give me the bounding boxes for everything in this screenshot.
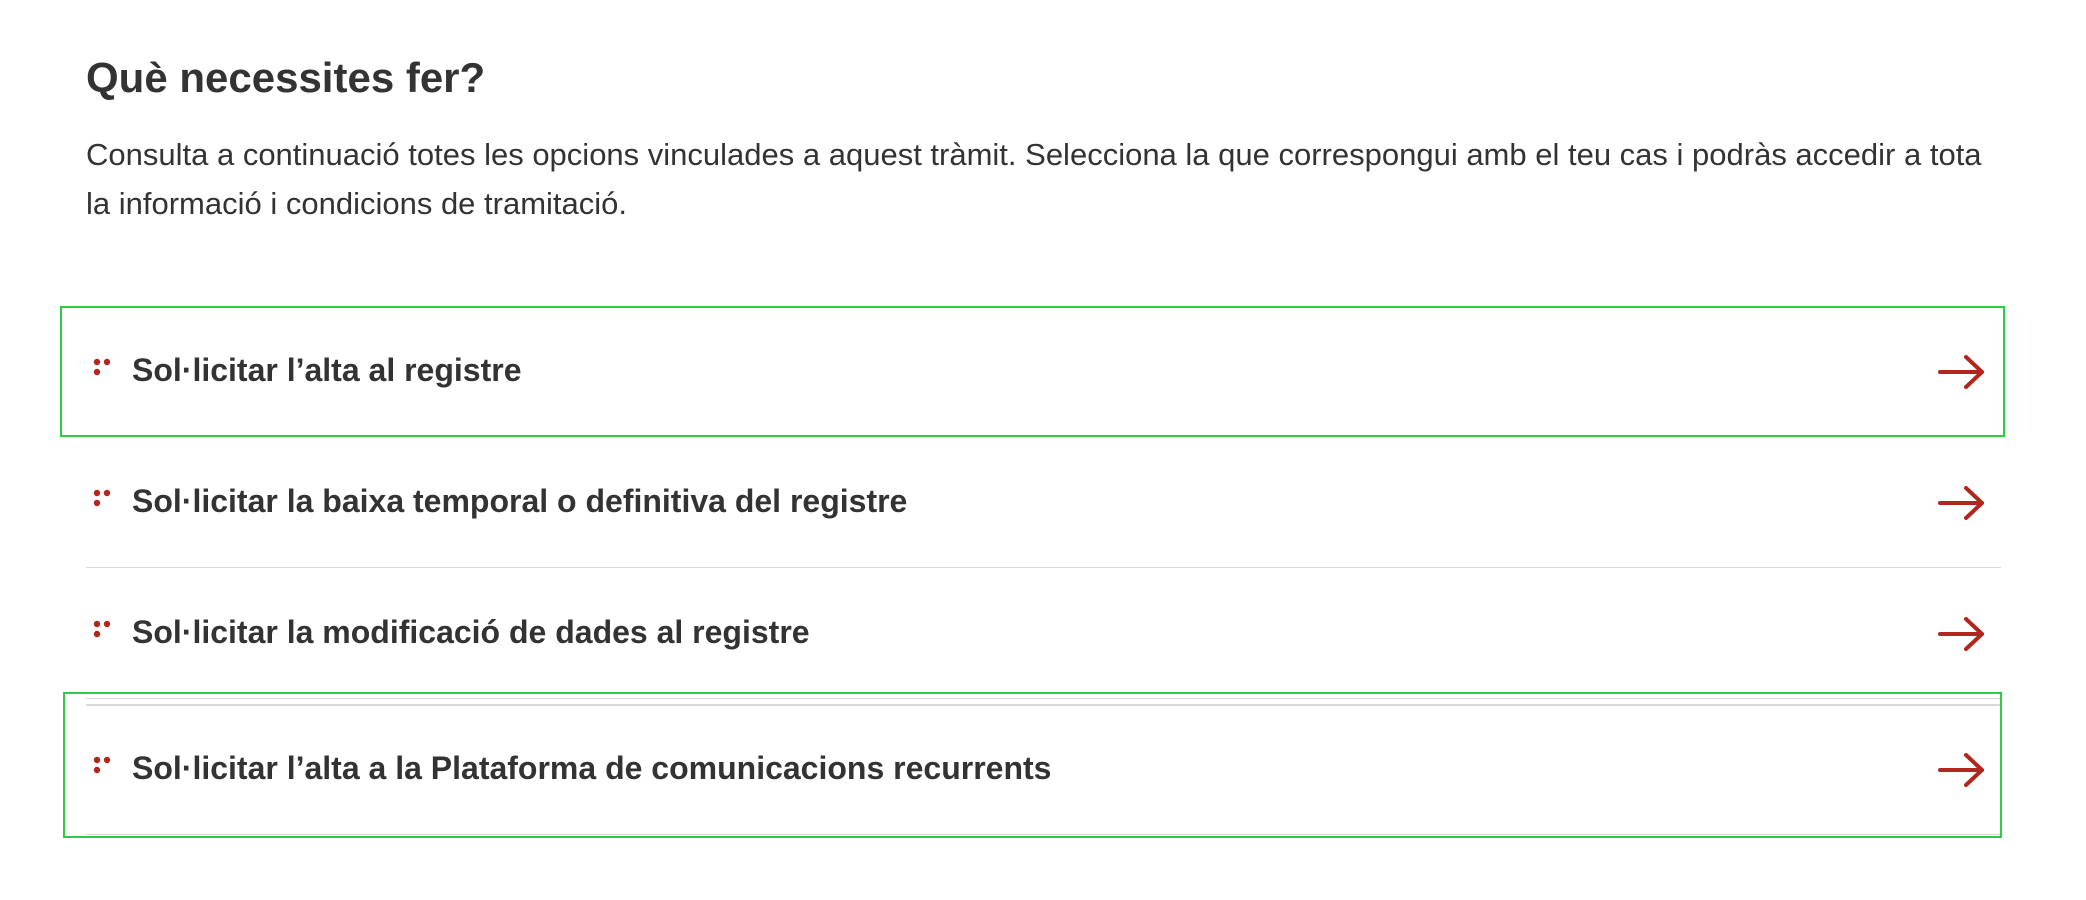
option-label: Sol·licitar l’alta al registre: [132, 352, 522, 388]
bullet-dots-icon: [93, 358, 111, 376]
option-label: Sol·licitar l’alta a la Plataforma de co…: [132, 750, 1052, 786]
arrow-right-icon[interactable]: [1938, 616, 1986, 652]
bullet-dots-icon: [93, 620, 111, 638]
option-divider: [86, 704, 2001, 706]
option-alta-registre[interactable]: Sol·licitar l’alta al registre: [86, 306, 2001, 437]
option-modificacio-dades[interactable]: Sol·licitar la modificació de dades al r…: [86, 568, 2001, 699]
bullet-dots-icon: [93, 756, 111, 774]
option-alta-plataforma[interactable]: Sol·licitar l’alta a la Plataforma de co…: [86, 704, 2001, 835]
arrow-right-icon[interactable]: [1938, 752, 1986, 788]
section-heading: Què necessites fer?: [86, 54, 486, 101]
arrow-right-icon[interactable]: [1938, 485, 1986, 521]
bullet-dots-icon: [93, 489, 111, 507]
option-baixa-registre[interactable]: Sol·licitar la baixa temporal o definiti…: [86, 437, 2001, 568]
section-intro-text: Consulta a continuació totes les opcions…: [86, 137, 1982, 221]
option-label: Sol·licitar la modificació de dades al r…: [132, 614, 810, 650]
option-label: Sol·licitar la baixa temporal o definiti…: [132, 483, 908, 519]
arrow-right-icon[interactable]: [1938, 354, 1986, 390]
